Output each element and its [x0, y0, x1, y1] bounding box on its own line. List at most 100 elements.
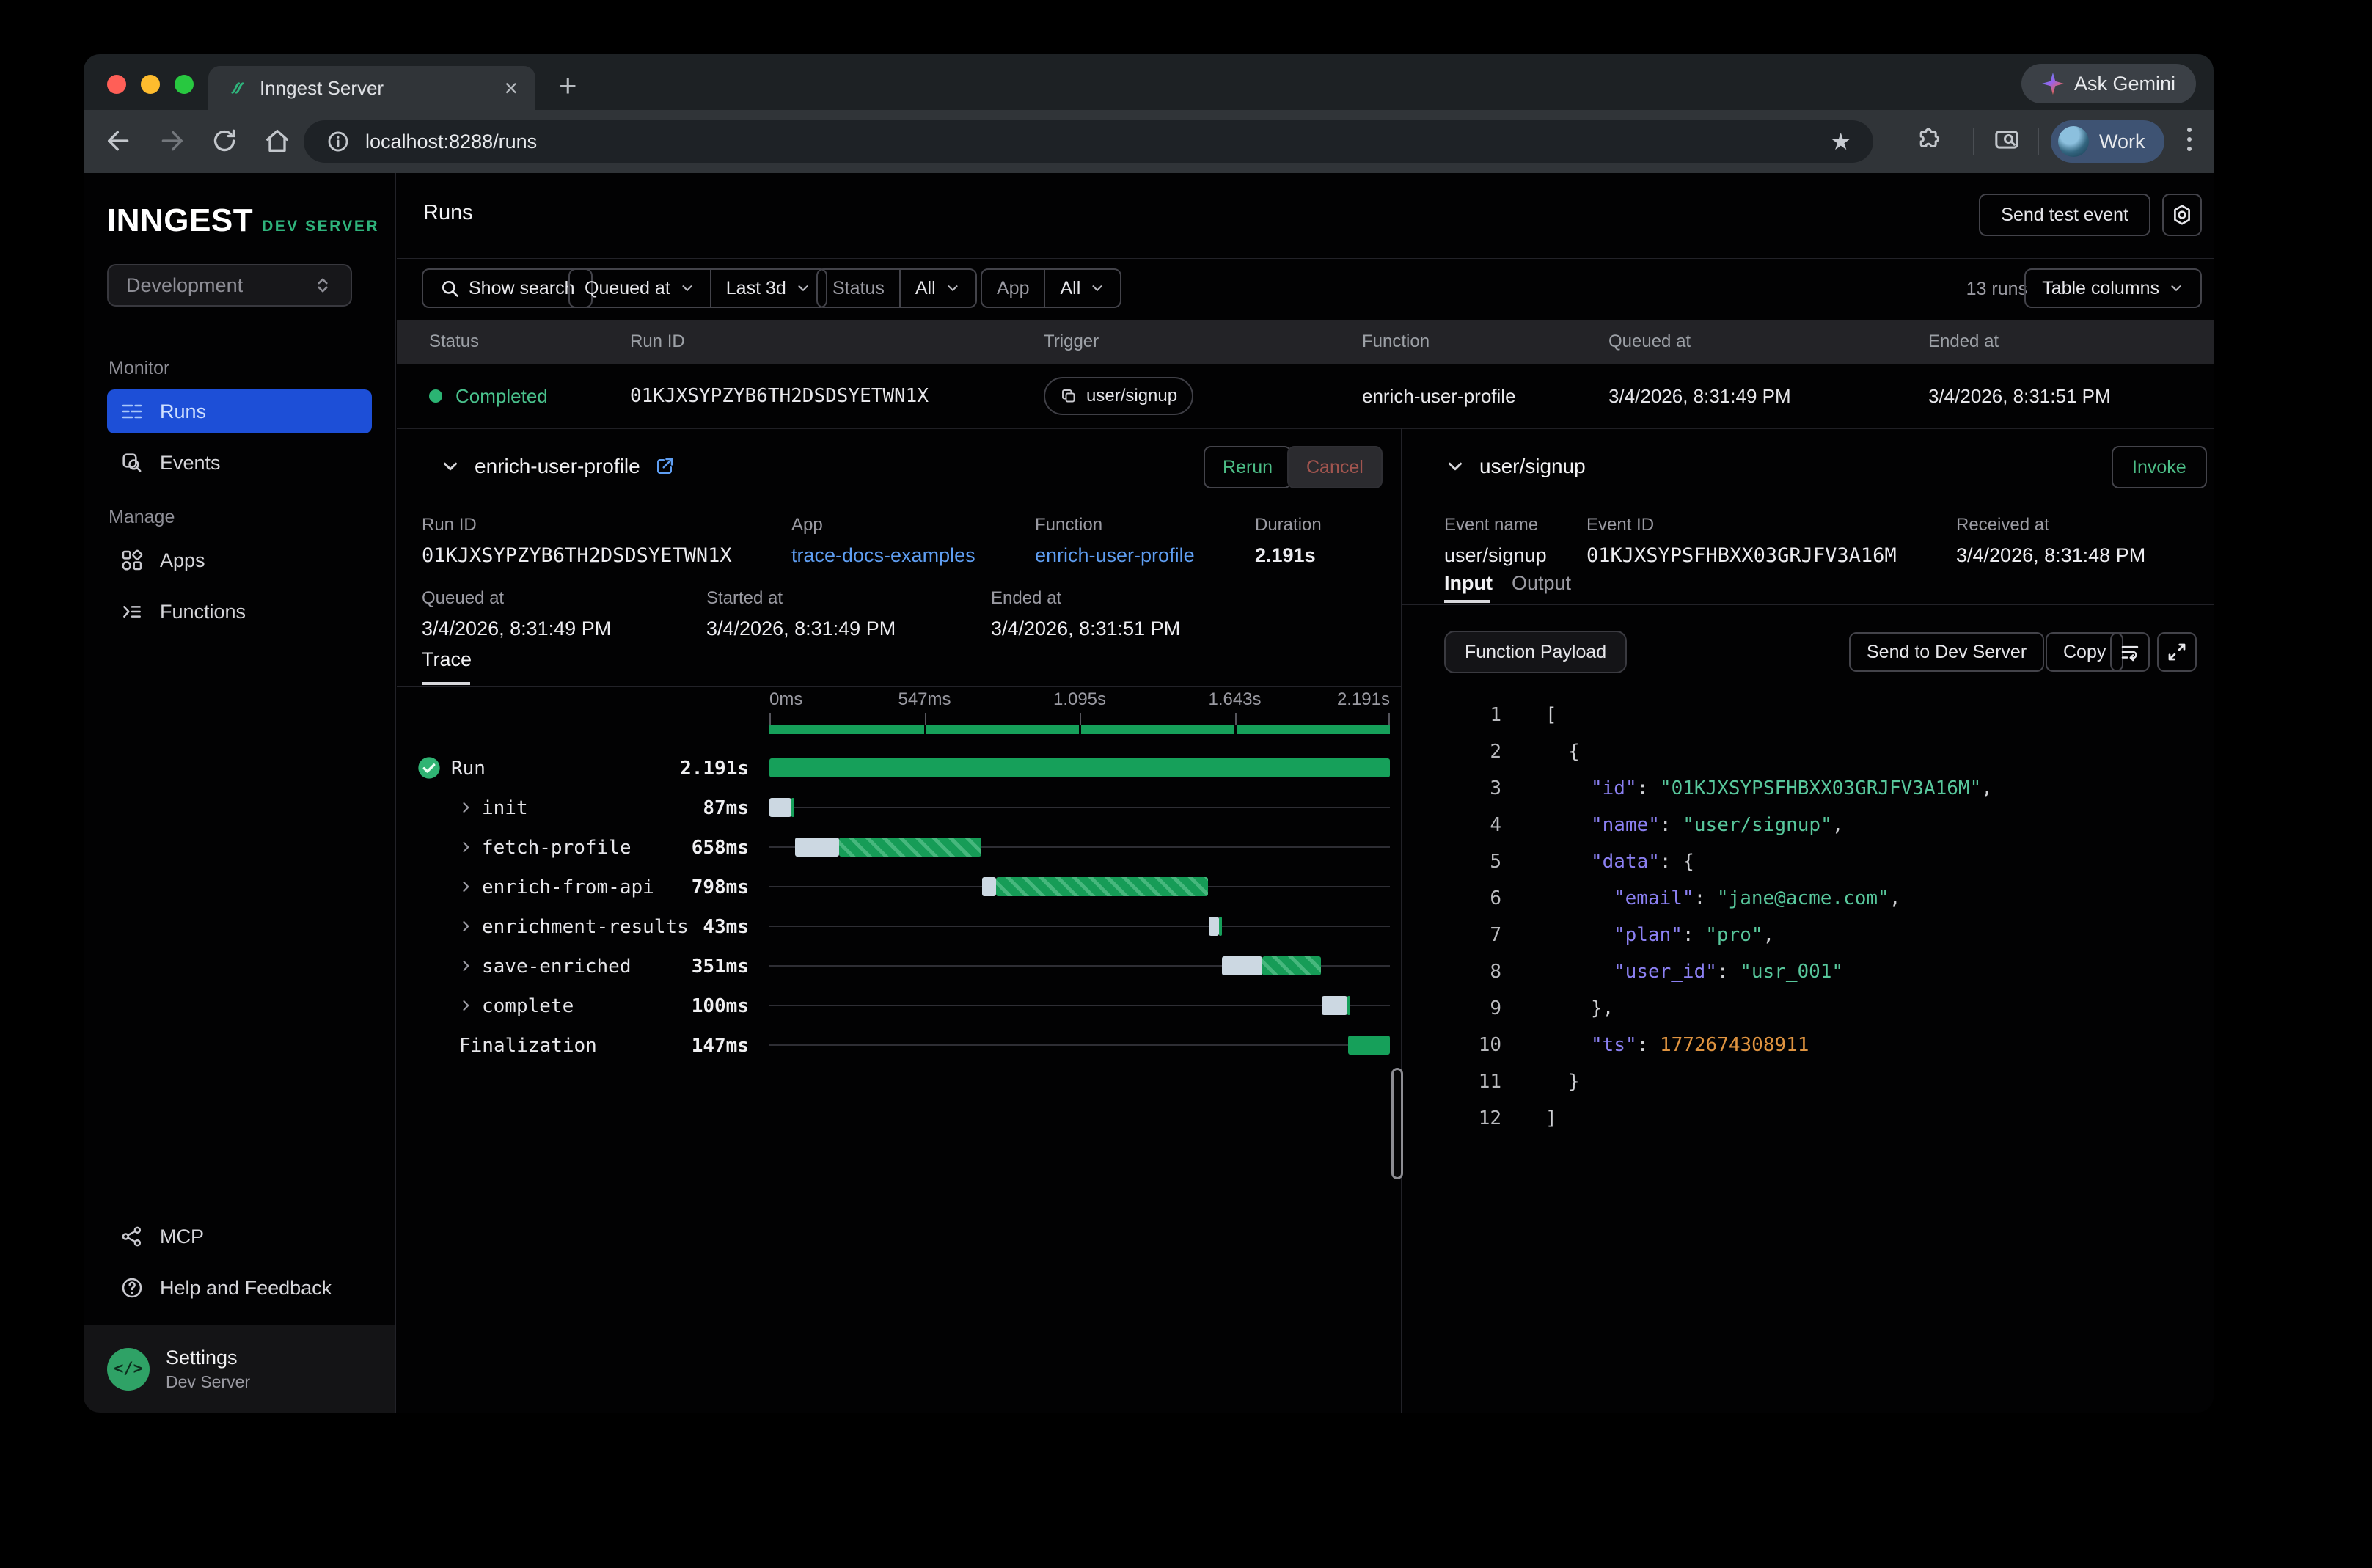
sidebar-item-functions[interactable]: Functions	[107, 590, 372, 634]
code-line: 6"email": "jane@acme.com",	[1402, 880, 2214, 917]
expand-chevron-icon[interactable]	[458, 959, 473, 973]
sidebar-item-runs[interactable]: Runs	[107, 389, 372, 433]
send-test-event-button[interactable]: Send test event	[1979, 194, 2150, 236]
app-field: App trace-docs-examples	[791, 515, 975, 567]
vertical-scrollbar[interactable]	[1391, 1068, 1403, 1179]
functions-icon	[120, 600, 144, 623]
time-range-button[interactable]: Last 3d	[711, 270, 826, 307]
trace-bar-segment[interactable]	[982, 877, 996, 896]
payload-code[interactable]: 1[2{3"id": "01KJXSYPSFHBXX03GRJFV3A16M",…	[1402, 697, 2214, 1137]
time-field-button[interactable]: Queued at	[570, 270, 710, 307]
line-number: 6	[1402, 887, 1501, 909]
trace-bar-segment[interactable]	[791, 798, 794, 817]
tab-input[interactable]: Input	[1444, 572, 1493, 595]
trace-step-label: init	[482, 797, 528, 819]
trace-bar-segment[interactable]	[996, 877, 1209, 896]
trace-row-complete[interactable]: complete100ms	[397, 986, 1401, 1025]
browser-tab[interactable]: Inngest Server ×	[208, 66, 535, 110]
sidebar: INNGEST DEV SERVER Development MonitorRu…	[84, 173, 396, 1413]
sidebar-item-label: Events	[160, 452, 221, 475]
trigger-pill[interactable]: user/signup	[1044, 377, 1193, 415]
new-tab-button[interactable]: +	[559, 70, 577, 101]
function-payload-label: Function Payload	[1444, 631, 1627, 673]
trace-bar-segment[interactable]	[839, 838, 981, 857]
collapse-chevron-icon[interactable]	[439, 455, 461, 477]
tab-close-icon[interactable]: ×	[504, 76, 518, 100]
profile-chip[interactable]: Work	[2051, 120, 2164, 163]
status-filter-value[interactable]: All	[901, 270, 975, 307]
back-button[interactable]	[104, 126, 133, 155]
expand-chevron-icon[interactable]	[458, 840, 473, 854]
send-to-dev-server-button[interactable]: Send to Dev Server	[1849, 632, 2044, 672]
home-button[interactable]	[263, 126, 292, 155]
trace-bar-segment[interactable]	[1348, 1036, 1390, 1055]
function-link[interactable]: enrich-user-profile	[1035, 544, 1195, 567]
side-panel-search-icon[interactable]	[1992, 126, 2021, 155]
expand-button[interactable]	[2157, 632, 2197, 672]
trace-bar-segment[interactable]	[1262, 956, 1321, 975]
sidebar-item-mcp[interactable]: MCP	[107, 1215, 372, 1259]
app-filter-value[interactable]: All	[1045, 270, 1120, 307]
trace-row-save-enriched[interactable]: save-enriched351ms	[397, 946, 1401, 986]
expand-chevron-icon[interactable]	[458, 800, 473, 815]
window-zoom-button[interactable]	[175, 75, 194, 94]
word-wrap-button[interactable]	[2110, 632, 2150, 672]
trace-bar-segment[interactable]	[1322, 996, 1348, 1015]
code-line: 9},	[1402, 990, 2214, 1027]
runs-settings-button[interactable]	[2162, 194, 2202, 236]
sidebar-item-events[interactable]: Events	[107, 441, 372, 485]
trace-bar-segment[interactable]	[1219, 917, 1222, 936]
started-at-field: Started at 3/4/2026, 8:31:49 PM	[706, 588, 896, 640]
sidebar-item-label: Runs	[160, 400, 206, 423]
environment-select[interactable]: Development	[107, 264, 352, 307]
show-search-button[interactable]: Show search	[422, 268, 593, 308]
browser-menu-icon[interactable]	[2187, 128, 2192, 151]
trace-bar-segment[interactable]	[1209, 917, 1219, 936]
forward-button[interactable]	[157, 126, 186, 155]
reload-button[interactable]	[210, 126, 239, 155]
function-field: Function enrich-user-profile	[1035, 515, 1195, 567]
extensions-icon[interactable]	[1914, 126, 1944, 155]
sidebar-item-settings[interactable]: </> Settings Dev Server	[84, 1325, 395, 1413]
window-close-button[interactable]	[107, 75, 126, 94]
axis-tick-label: 2.191s	[1302, 689, 1390, 710]
trace-bar-segment[interactable]	[769, 758, 1390, 777]
tab-output[interactable]: Output	[1512, 572, 1571, 595]
app-filter-label: App	[982, 270, 1044, 307]
window-minimize-button[interactable]	[141, 75, 160, 94]
sidebar-item-help-and-feedback[interactable]: Help and Feedback	[107, 1266, 372, 1310]
cancel-button[interactable]: Cancel	[1287, 446, 1383, 488]
trace-row-enrichment-results[interactable]: enrichment-results43ms	[397, 906, 1401, 946]
ask-gemini-button[interactable]: Ask Gemini	[2021, 64, 2196, 103]
table-columns-button[interactable]: Table columns	[2024, 268, 2202, 308]
sidebar-item-label: Help and Feedback	[160, 1277, 332, 1300]
run-id-field: Run ID 01KJXSYPZYB6TH2DSDSYETWN1X	[422, 515, 732, 567]
table-row[interactable]: Completed01KJXSYPZYB6TH2DSDSYETWN1Xuser/…	[397, 364, 2214, 429]
url-bar[interactable]: localhost:8288/runs ★	[304, 120, 1873, 163]
site-info-icon[interactable]	[326, 129, 351, 154]
trace-bar-segment[interactable]	[1347, 996, 1350, 1015]
app-link[interactable]: trace-docs-examples	[791, 544, 975, 567]
sidebar-item-apps[interactable]: Apps	[107, 538, 372, 582]
expand-chevron-icon[interactable]	[458, 879, 473, 894]
expand-icon	[2166, 641, 2188, 663]
column-header: Ended at	[1928, 331, 1999, 352]
sidebar-item-label: Functions	[160, 601, 246, 623]
trace-row-enrich-from-api[interactable]: enrich-from-api798ms	[397, 867, 1401, 906]
trace-bar-segment[interactable]	[1222, 956, 1262, 975]
invoke-button[interactable]: Invoke	[2112, 446, 2207, 488]
trace-row-fetch-profile[interactable]: fetch-profile658ms	[397, 827, 1401, 867]
tab-trace[interactable]: Trace	[422, 648, 472, 671]
trace-bar-segment[interactable]	[795, 838, 839, 857]
inngest-favicon-icon	[226, 77, 248, 99]
collapse-chevron-icon[interactable]	[1444, 455, 1466, 477]
column-header: Run ID	[630, 331, 685, 352]
rerun-button[interactable]: Rerun	[1204, 446, 1292, 488]
expand-chevron-icon[interactable]	[458, 998, 473, 1013]
trace-row-init[interactable]: init87ms	[397, 788, 1401, 827]
external-link-icon[interactable]	[654, 455, 676, 477]
status-dot-icon	[429, 389, 442, 403]
trace-bar-segment[interactable]	[769, 798, 791, 817]
bookmark-star-icon[interactable]: ★	[1830, 128, 1851, 155]
expand-chevron-icon[interactable]	[458, 919, 473, 934]
